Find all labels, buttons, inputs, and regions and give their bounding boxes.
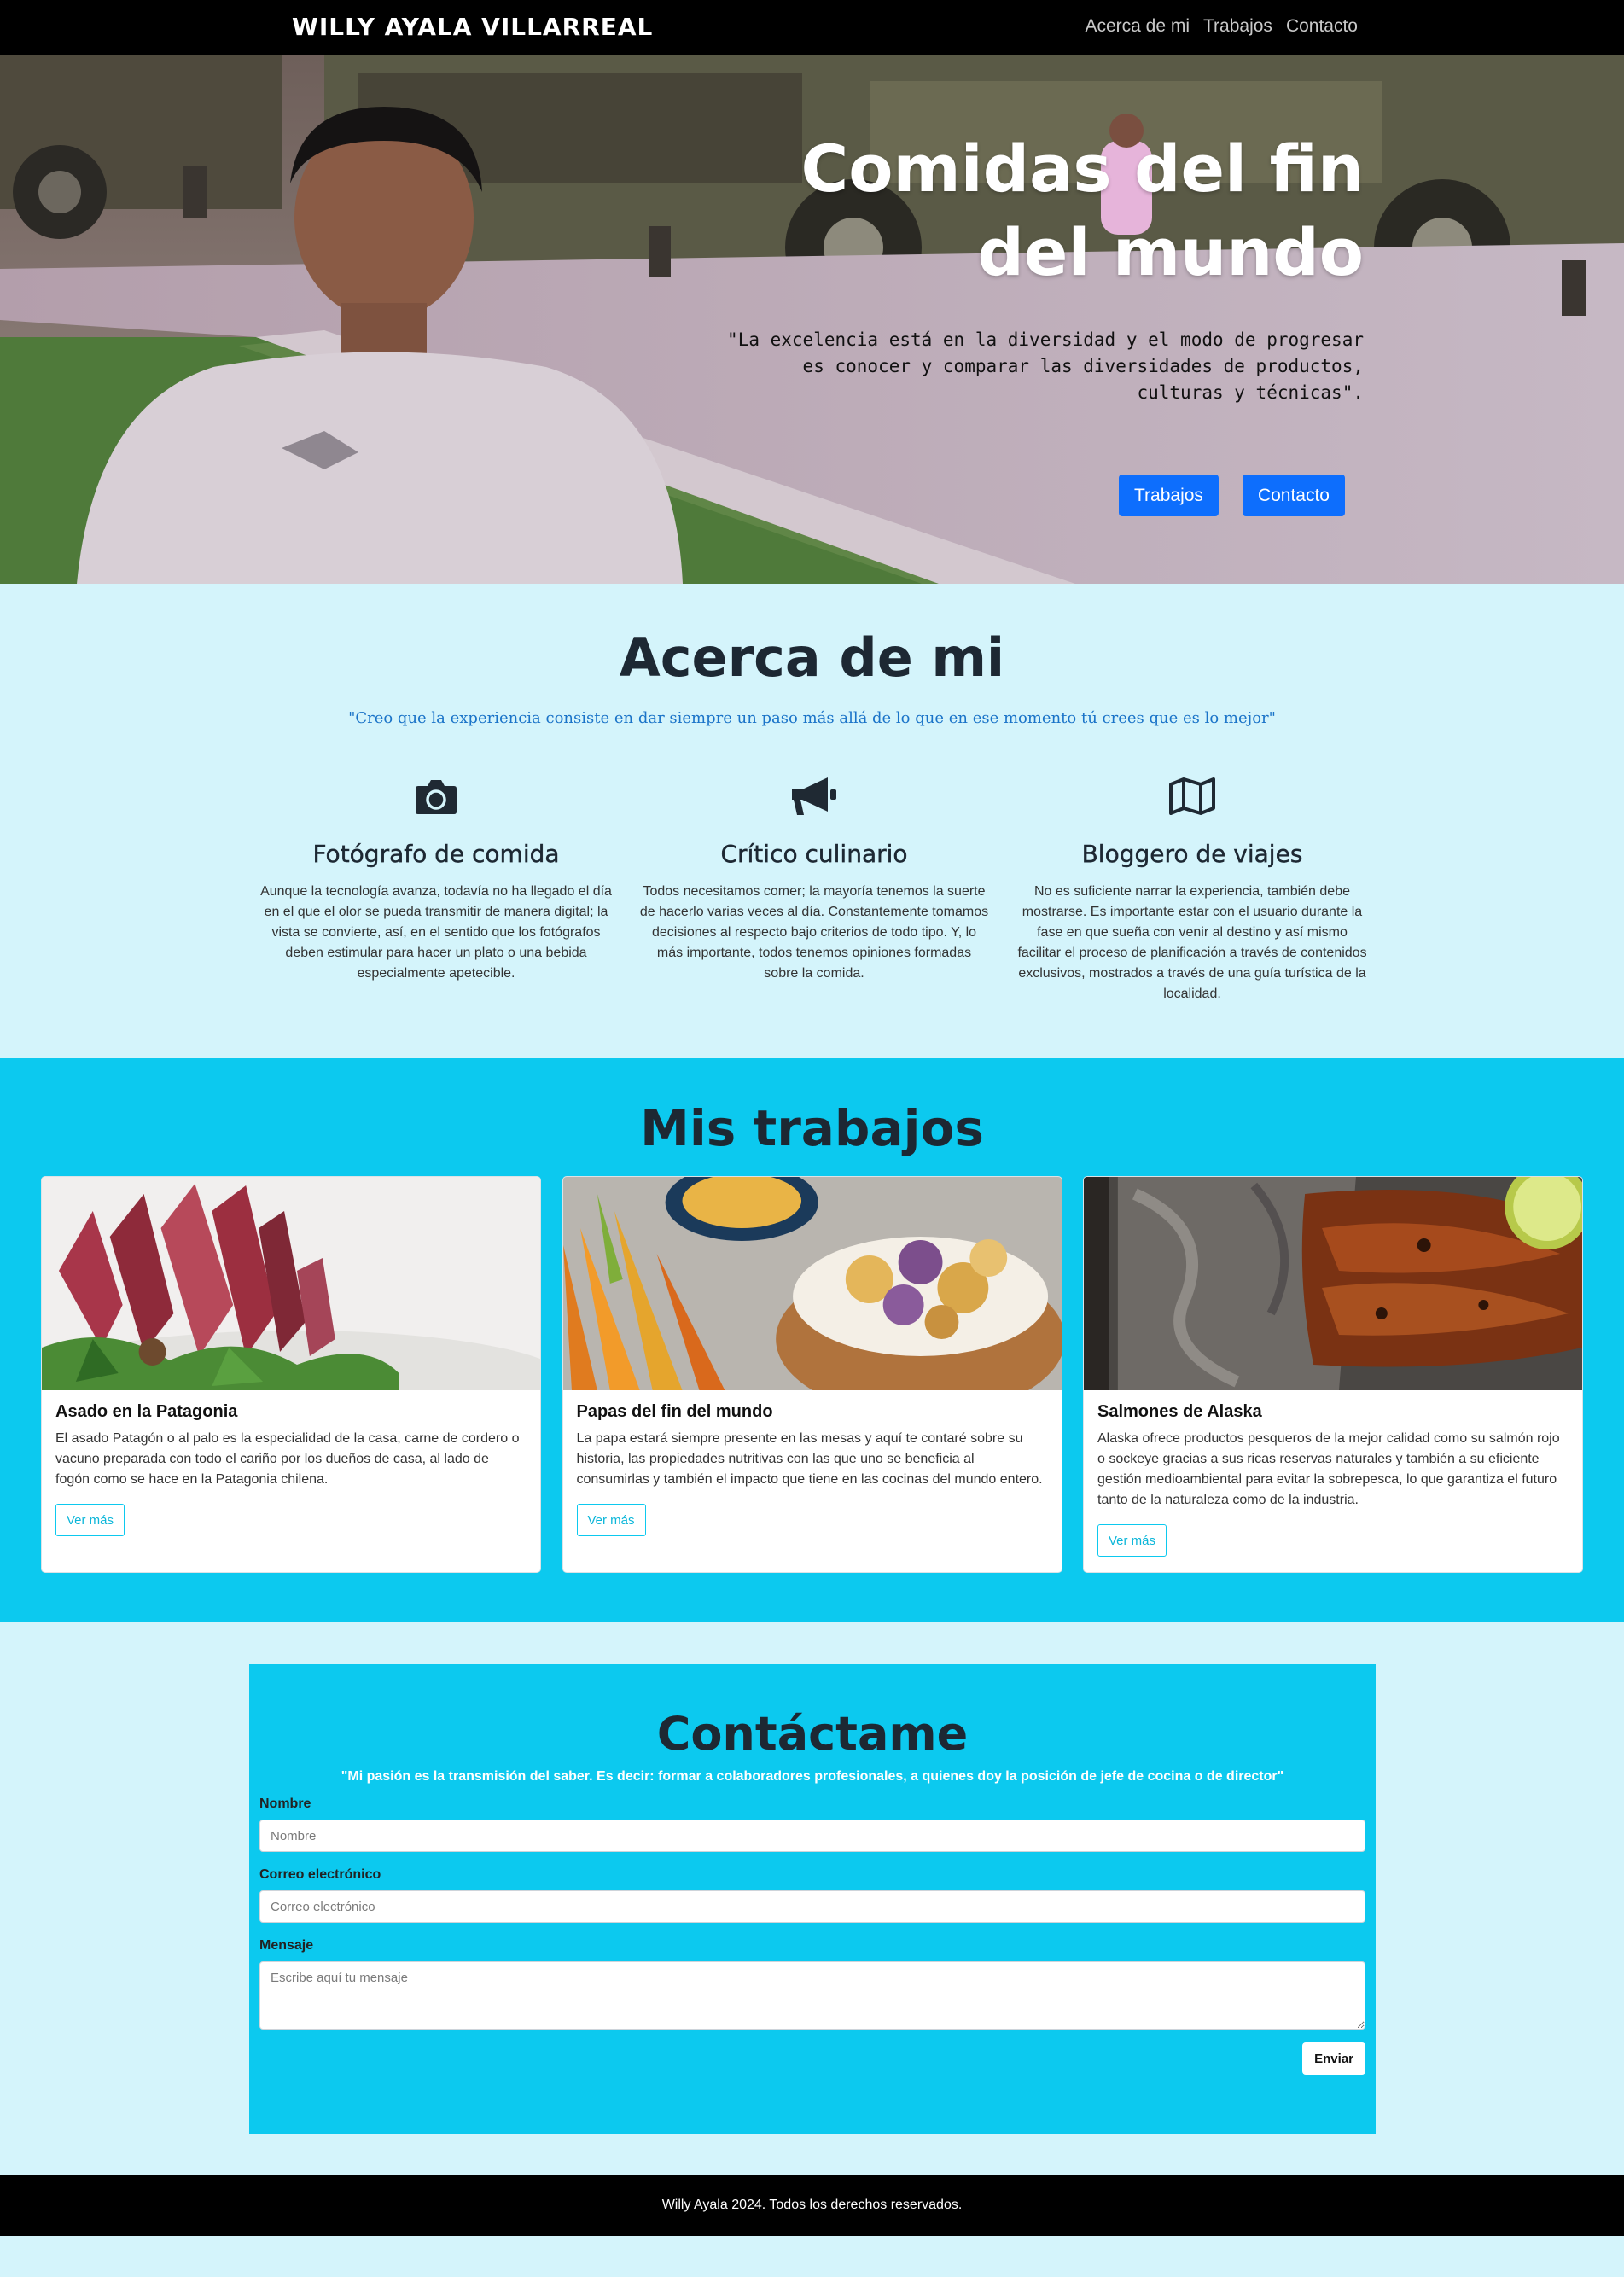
- about-item-title: Fotógrafo de comida: [312, 840, 560, 868]
- about-quote: "Creo que la experiencia consiste en dar…: [348, 709, 1276, 727]
- hero-trabajos-button[interactable]: Trabajos: [1119, 475, 1219, 516]
- card-title: Asado en la Patagonia: [55, 1402, 238, 1421]
- card-body: Salmones de Alaska Alaska ofrece product…: [1084, 1390, 1582, 1572]
- message-label: Mensaje: [259, 1938, 314, 1953]
- hero-buttons: Trabajos Contacto: [1119, 475, 1345, 516]
- card-body: Papas del fin del mundo La papa estará s…: [563, 1390, 1062, 1552]
- card-image-asado: [42, 1177, 540, 1390]
- card-body: Asado en la Patagonia El asado Patagón o…: [42, 1390, 540, 1552]
- work-card-papas: Papas del fin del mundo La papa estará s…: [562, 1176, 1062, 1573]
- about-section: Acerca de mi "Creo que la experiencia co…: [0, 584, 1624, 1058]
- about-title: Acerca de mi: [619, 626, 1005, 689]
- email-input[interactable]: [259, 1890, 1365, 1923]
- about-columns: Fotógrafo de comida Aunque la tecnología…: [260, 772, 1368, 1005]
- map-icon: [1016, 772, 1368, 821]
- card-image-papas: [562, 1177, 1062, 1390]
- nav-links: Acerca de mi Trabajos Contacto: [1085, 16, 1358, 37]
- camera-icon: [260, 772, 612, 821]
- works-title: Mis trabajos: [640, 1099, 984, 1157]
- works-section: Mis trabajos Asado en la Patagonia El as…: [0, 1058, 1624, 1622]
- name-input[interactable]: [259, 1820, 1365, 1852]
- about-item-text: No es suficiente narrar la experiencia, …: [1017, 884, 1367, 1001]
- nav-link-acerca[interactable]: Acerca de mi: [1085, 16, 1190, 37]
- nav-link-trabajos[interactable]: Trabajos: [1203, 16, 1272, 37]
- card-image-salmones: [1084, 1177, 1582, 1390]
- card-title: Salmones de Alaska: [1097, 1402, 1262, 1421]
- about-item-title: Bloggero de viajes: [1081, 840, 1303, 868]
- work-card-asado: Asado en la Patagonia El asado Patagón o…: [41, 1176, 541, 1573]
- email-label: Correo electrónico: [259, 1867, 381, 1882]
- hero: Comidas del fin del mundo "La excelencia…: [0, 55, 1624, 584]
- about-item-text: Todos necesitamos comer; la mayoría tene…: [639, 884, 989, 981]
- work-card-salmones: Salmones de Alaska Alaska ofrece product…: [1083, 1176, 1583, 1573]
- ver-mas-button[interactable]: Ver más: [1097, 1524, 1167, 1557]
- card-text: Alaska ofrece productos pesqueros de la …: [1097, 1431, 1560, 1507]
- megaphone-icon: [638, 772, 990, 821]
- ver-mas-button[interactable]: Ver más: [576, 1504, 646, 1536]
- submit-row: Enviar: [259, 2042, 1365, 2075]
- about-item-text: Aunque la tecnología avanza, todavía no …: [260, 884, 612, 981]
- card-text: El asado Patagón o al palo es la especia…: [55, 1431, 520, 1487]
- footer-text: Willy Ayala 2024. Todos los derechos res…: [661, 2198, 963, 2212]
- hero-title: Comidas del fin del mundo: [800, 131, 1364, 290]
- message-textarea[interactable]: [259, 1961, 1365, 2030]
- nav-link-contacto[interactable]: Contacto: [1286, 16, 1358, 37]
- contact-title: Contáctame: [656, 1707, 969, 1761]
- navbar: WILLY AYALA VILLARREAL Acerca de mi Trab…: [0, 0, 1624, 55]
- hero-contacto-button[interactable]: Contacto: [1242, 475, 1345, 516]
- contact-section: Contáctame "Mi pasión es la transmisión …: [0, 1622, 1624, 2175]
- contact-quote: "Mi pasión es la transmisión del saber. …: [341, 1769, 1284, 1784]
- card-title: Papas del fin del mundo: [576, 1402, 773, 1421]
- name-label: Nombre: [259, 1797, 311, 1811]
- contact-form-box: Contáctame "Mi pasión es la transmisión …: [249, 1664, 1376, 2134]
- ver-mas-button[interactable]: Ver más: [55, 1504, 125, 1536]
- brand-logo[interactable]: WILLY AYALA VILLARREAL: [292, 13, 653, 41]
- about-item-critico: Crítico culinario Todos necesitamos come…: [638, 772, 990, 1005]
- hero-quote: "La excelencia está en la diversidad y e…: [727, 329, 1364, 403]
- about-item-bloggero: Bloggero de viajes No es suficiente narr…: [1016, 772, 1368, 1005]
- about-item-title: Crítico culinario: [720, 840, 908, 868]
- submit-button[interactable]: Enviar: [1302, 2042, 1365, 2075]
- about-item-fotografo: Fotógrafo de comida Aunque la tecnología…: [260, 772, 612, 1005]
- works-cards: Asado en la Patagonia El asado Patagón o…: [41, 1176, 1583, 1573]
- card-text: La papa estará siempre presente en las m…: [576, 1431, 1043, 1487]
- footer: Willy Ayala 2024. Todos los derechos res…: [0, 2175, 1624, 2236]
